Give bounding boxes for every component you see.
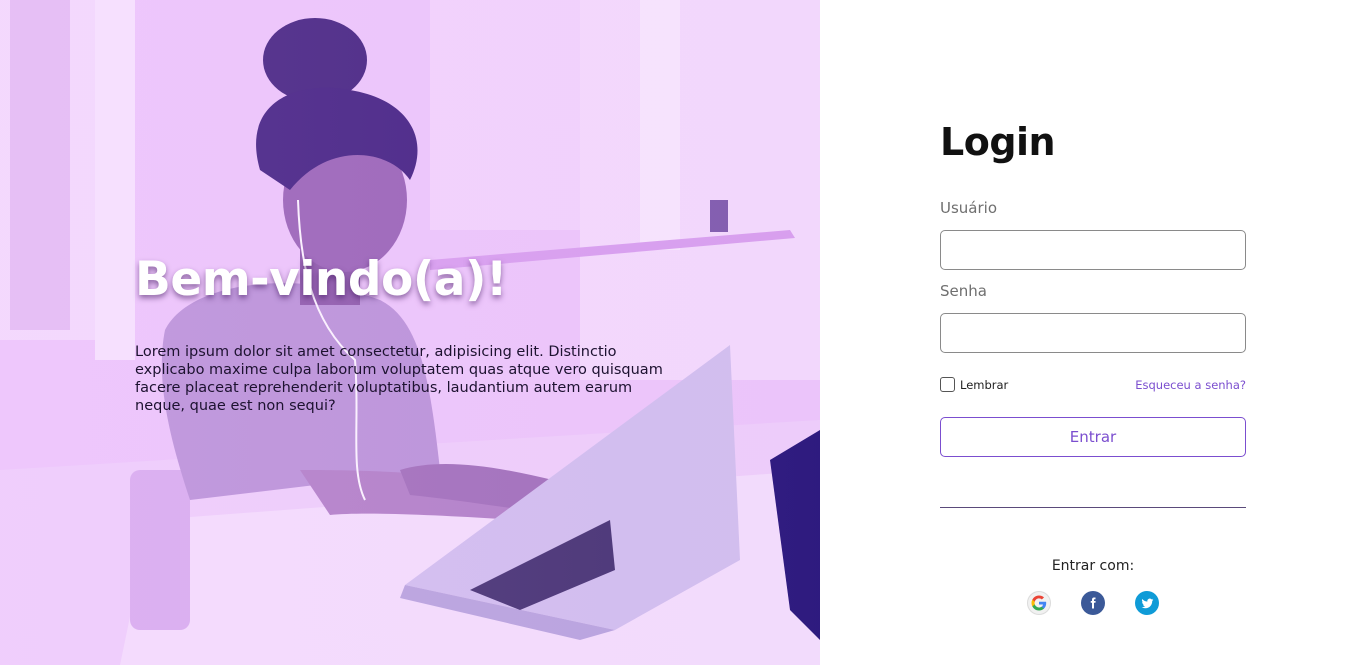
remember-label: Lembrar: [960, 377, 1009, 392]
username-input[interactable]: [940, 230, 1246, 270]
google-icon: [1031, 595, 1047, 611]
social-login-label: Entrar com:: [1051, 558, 1135, 574]
remember-checkbox[interactable]: [940, 377, 955, 392]
hero-title: Bem-vindo(a)!: [135, 252, 507, 307]
login-title: Login: [940, 120, 1056, 164]
divider: [940, 507, 1246, 508]
social-login-buttons: [940, 591, 1246, 615]
hero-panel: Bem-vindo(a)! Lorem ipsum dolor sit amet…: [0, 0, 820, 665]
hero-description: Lorem ipsum dolor sit amet consectetur, …: [135, 344, 663, 414]
facebook-login-button[interactable]: [1081, 591, 1105, 615]
remember-option[interactable]: Lembrar: [940, 377, 1008, 392]
twitter-icon: [1141, 598, 1153, 608]
twitter-login-button[interactable]: [1135, 591, 1159, 615]
login-submit-button[interactable]: Entrar: [940, 417, 1246, 457]
password-label: Senha: [940, 282, 987, 300]
google-login-button[interactable]: [1027, 591, 1051, 615]
username-label: Usuário: [940, 199, 998, 217]
login-panel: Login Usuário Senha Lembrar Esqueceu a s…: [820, 0, 1366, 665]
password-input[interactable]: [940, 313, 1246, 353]
forgot-password-link[interactable]: Esqueceu a senha?: [1135, 378, 1246, 392]
hero-tint-overlay: [0, 0, 820, 665]
facebook-icon: [1090, 597, 1096, 609]
